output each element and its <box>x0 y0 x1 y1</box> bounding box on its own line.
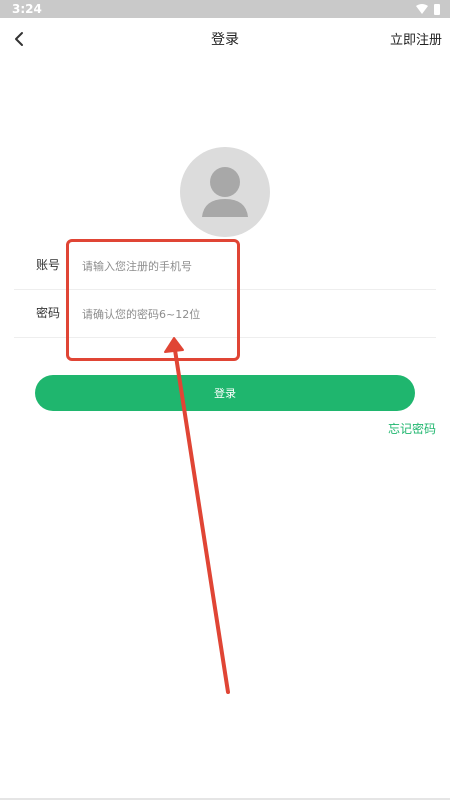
account-label: 账号 <box>36 258 61 272</box>
password-label: 密码 <box>36 306 61 320</box>
login-button[interactable]: 登录 <box>35 375 415 411</box>
status-bar: 3:24 <box>0 0 450 18</box>
app-bar: 登录 立即注册 <box>0 18 450 60</box>
register-link[interactable]: 立即注册 <box>390 29 442 48</box>
page-title: 登录 <box>211 32 239 48</box>
avatar-placeholder-icon <box>202 167 248 217</box>
annotation-highlight-box <box>66 239 240 361</box>
wifi-icon <box>416 4 428 14</box>
battery-icon <box>434 3 440 15</box>
status-time: 3:24 <box>12 2 42 16</box>
avatar <box>180 147 270 237</box>
status-icons <box>416 3 440 15</box>
forgot-password-link[interactable]: 忘记密码 <box>388 420 436 437</box>
